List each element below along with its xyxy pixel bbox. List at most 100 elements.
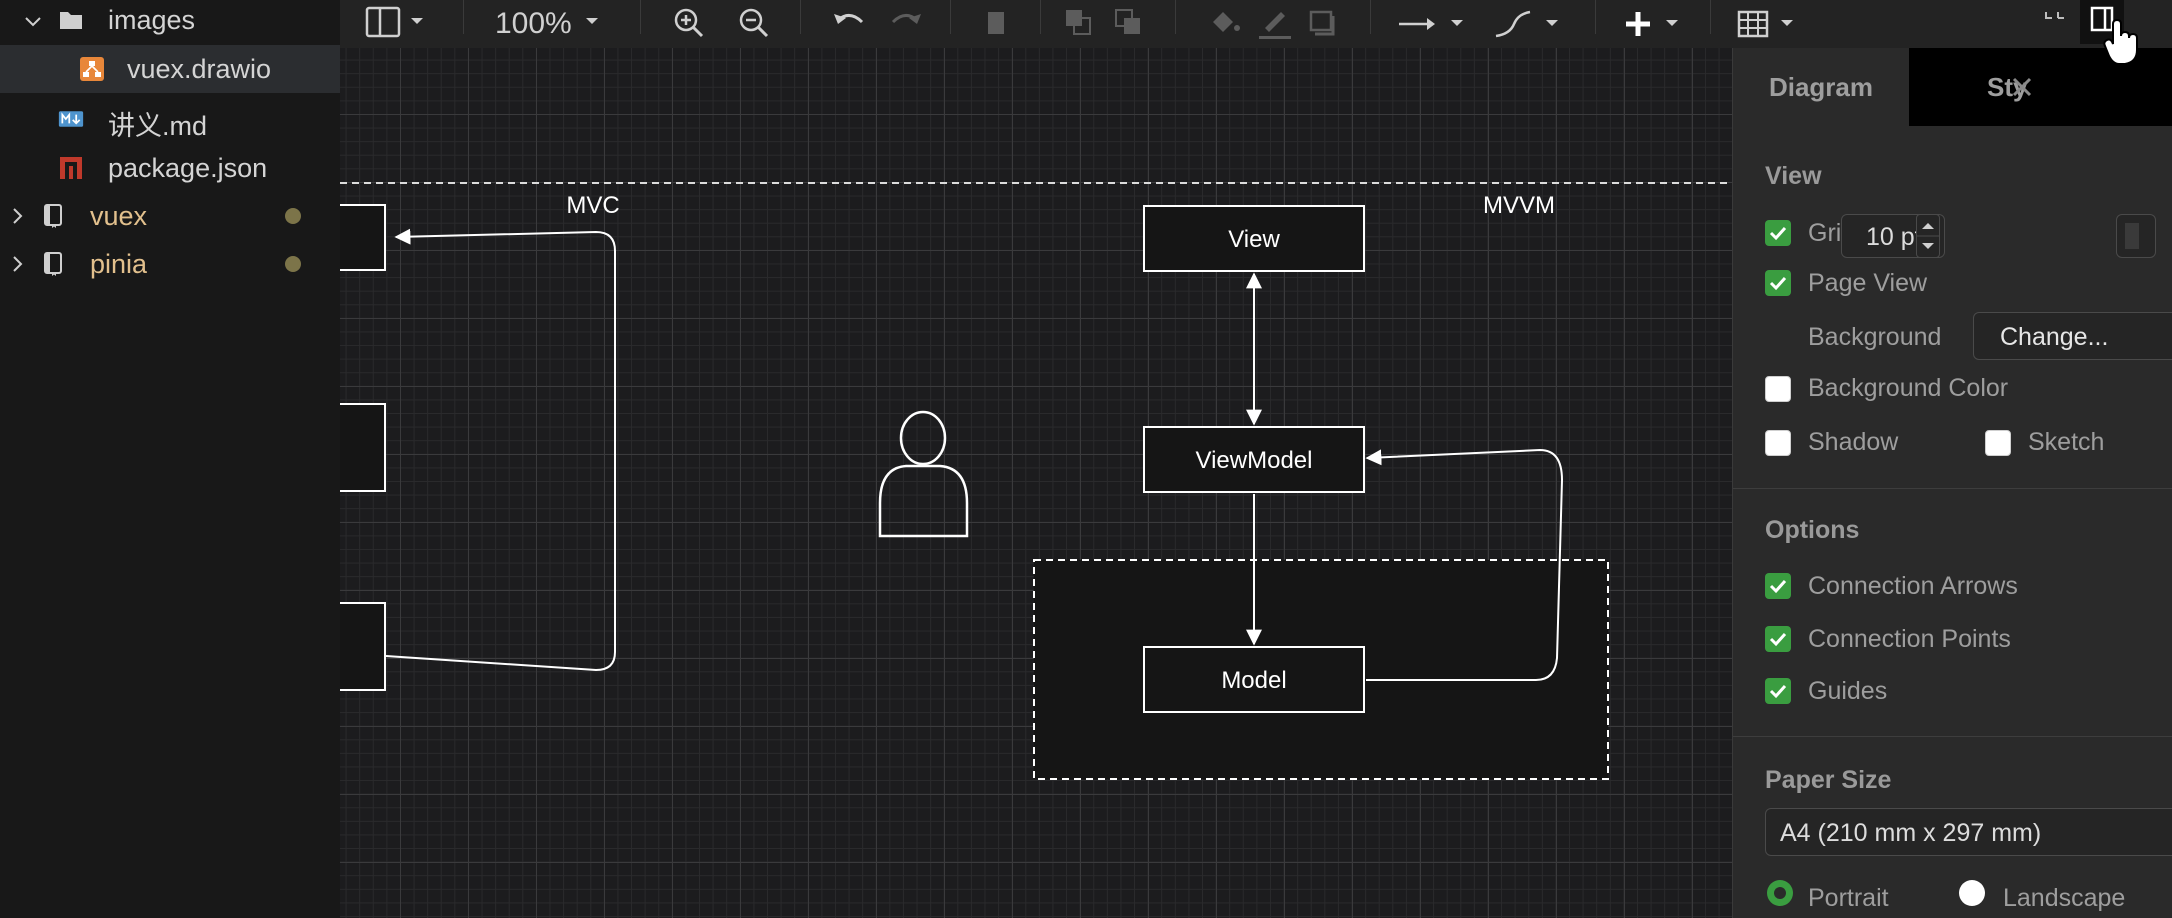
undo-button[interactable] [830,6,870,42]
model-node[interactable]: Model [1143,646,1365,713]
mvvm-label: MVVM [1483,192,1555,219]
viewmodel-node[interactable]: ViewModel [1143,426,1365,493]
redo-button[interactable] [885,6,925,42]
zoom-dropdown[interactable]: 100% [495,6,612,42]
table-icon [1737,10,1793,38]
modified-dot [285,256,301,272]
tree-item-package-json[interactable]: package.json [0,144,340,192]
sketch-checkbox[interactable] [1985,430,2011,456]
to-back-button[interactable] [1110,6,1150,42]
drawio-toolbar: 100% [340,0,2172,49]
connection-style-dropdown[interactable] [1395,6,1475,42]
grid-color-button[interactable] [2116,214,2156,258]
tree-item-label: images [108,5,196,35]
tree-item-vuex[interactable]: vuex [0,192,340,240]
tree-item-lecture-md[interactable]: 讲义.md [0,95,340,143]
view-section-title: View [1765,162,1822,190]
stepper-arrows-icon [1917,223,1939,249]
panels-toggle-button[interactable] [365,6,435,42]
portrait-radio[interactable] [1767,880,1793,906]
to-front-icon [1066,10,1091,35]
layout-panels-icon [365,6,423,38]
paper-size-value: A4 (210 mm x 297 mm) [1780,819,2042,847]
background-label: Background [1808,323,1942,351]
guides-checkbox[interactable] [1765,678,1791,704]
checkmark-icon [1769,226,1787,241]
section-divider [1733,488,2172,489]
undo-icon [834,14,864,24]
connection-points-label: Connection Points [1808,625,2011,653]
page-view-label: Page View [1808,269,1928,297]
tree-item-images[interactable]: images [0,0,340,45]
shadow-label: Shadow [1808,428,1899,456]
tree-item-label: vuex [90,201,148,231]
paper-size-section-title: Paper Size [1765,766,1892,794]
diagram-canvas[interactable]: MVC MVVM View ViewModel Model [340,48,1732,918]
mvc-box-middle[interactable] [340,403,386,492]
mvc-box-top[interactable] [340,204,386,271]
tree-item-vuex-drawio[interactable]: vuex.drawio [0,45,342,93]
redo-icon [891,14,921,24]
shadow-button[interactable] [1305,6,1345,42]
toolbar-divider [640,0,641,34]
checkmark-icon [1769,684,1787,699]
checkmark-icon [1769,579,1787,594]
toolbar-divider [1040,0,1041,34]
portrait-label: Portrait [1808,884,1889,912]
chevron-right-icon [13,208,23,224]
viewmodel-node-label: ViewModel [1196,447,1313,474]
fullscreen-button[interactable] [2040,6,2070,42]
table-dropdown[interactable] [1735,6,1815,42]
tree-item-label: 讲义.md [108,111,208,141]
person-icon[interactable] [878,410,969,538]
fill-color-button[interactable] [1205,6,1245,42]
format-panel: Diagram Sty View Grid 10 pt Page View Ba… [1732,48,2172,918]
toolbar-divider [1595,0,1596,34]
view-node[interactable]: View [1143,205,1365,272]
mvc-connector[interactable] [385,228,616,672]
change-background-label: Change... [2000,323,2109,351]
waypoints-dropdown[interactable] [1490,6,1570,42]
arrow-right-icon [1399,18,1463,30]
zoom-value: 100% [495,7,572,40]
toolbar-divider [950,0,951,34]
grid-checkbox[interactable] [1765,220,1791,246]
checkmark-icon [1769,276,1787,291]
paper-size-select[interactable]: A4 (210 mm x 297 mm) [1765,808,2172,856]
page-view-checkbox[interactable] [1765,270,1791,296]
background-color-checkbox[interactable] [1765,376,1791,402]
grid-size-stepper[interactable] [1916,214,1940,258]
tree-item-pinia[interactable]: pinia [0,240,340,288]
zoom-out-icon [739,8,769,38]
connection-arrows-label: Connection Arrows [1808,572,2018,600]
to-back-icon [1115,9,1140,34]
mvc-label: MVC [566,192,619,219]
toolbar-divider [1175,0,1176,34]
npm-file-icon [60,157,82,179]
line-color-button[interactable] [1255,6,1295,42]
toolbar-divider [463,0,464,34]
close-icon[interactable] [2009,74,2035,100]
tab-diagram-label: Diagram [1768,71,1874,102]
chevron-right-icon [13,256,23,272]
radio-dot [1774,887,1786,899]
options-section-title: Options [1765,516,1860,544]
pencil-icon [1259,12,1291,39]
tab-diagram[interactable]: Diagram [1733,48,1909,126]
tree-item-label: pinia [90,249,148,279]
connection-arrows-checkbox[interactable] [1765,573,1791,599]
to-front-button[interactable] [1060,6,1100,42]
delete-button[interactable] [980,6,1014,42]
zoom-out-button[interactable] [735,6,775,42]
background-color-label: Background Color [1808,374,2009,402]
connection-points-checkbox[interactable] [1765,626,1791,652]
shadow-checkbox[interactable] [1765,430,1791,456]
landscape-radio[interactable] [1959,880,1985,906]
grid-size-value: 10 pt [1866,223,1922,251]
zoom-in-button[interactable] [670,6,710,42]
toolbar-divider [1710,0,1711,34]
change-background-button[interactable]: Change... [1973,312,2172,360]
file-explorer: images vuex.drawio 讲义.md package.json vu… [0,0,342,918]
mvc-box-bottom[interactable] [340,602,386,691]
insert-dropdown[interactable] [1620,6,1700,42]
